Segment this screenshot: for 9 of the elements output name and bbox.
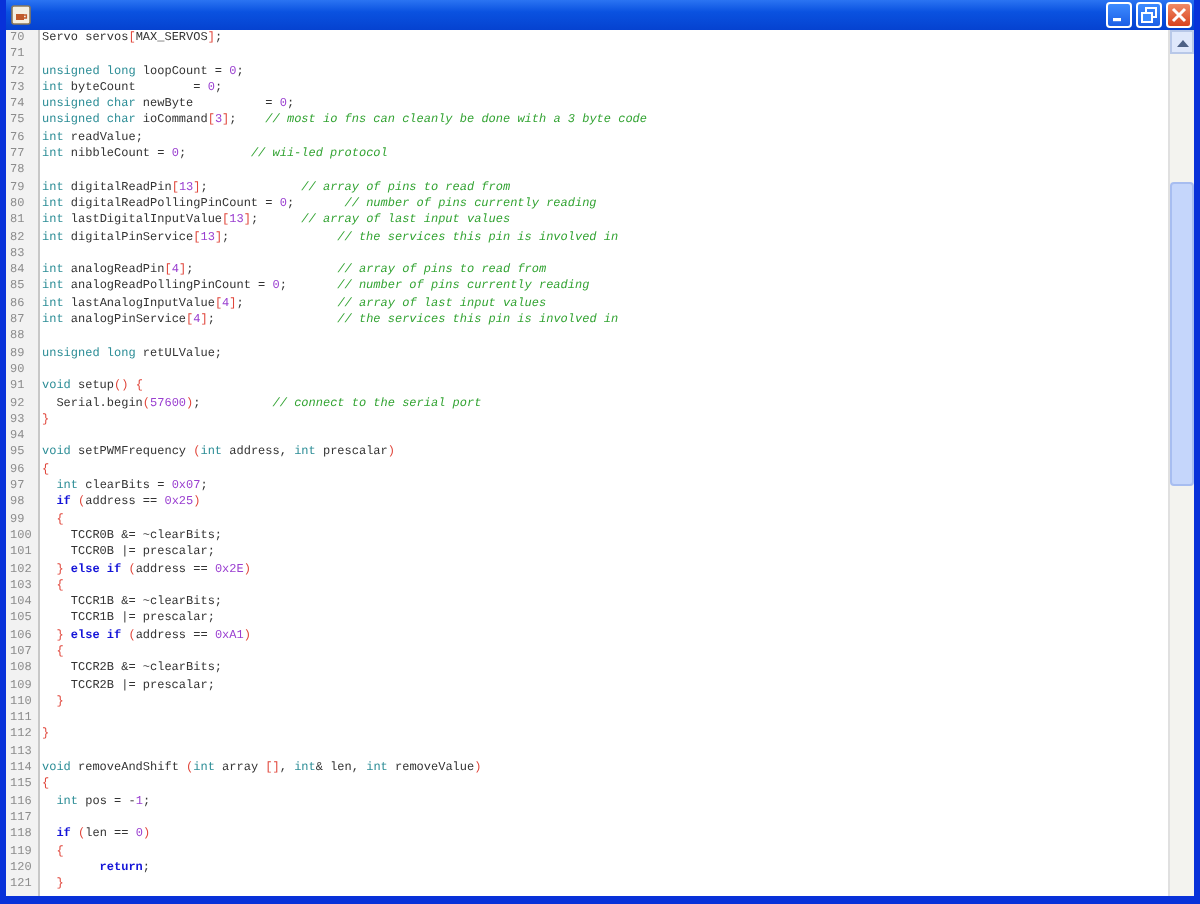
minimize-button[interactable] bbox=[1106, 2, 1132, 28]
close-button[interactable] bbox=[1166, 2, 1192, 28]
scrollbar-thumb[interactable] bbox=[1170, 182, 1194, 486]
up-arrow-icon bbox=[1175, 37, 1189, 47]
restore-button[interactable] bbox=[1136, 2, 1162, 28]
app-icon bbox=[10, 4, 32, 26]
restore-icon bbox=[1140, 6, 1158, 24]
scroll-up-button[interactable] bbox=[1170, 30, 1194, 54]
close-icon bbox=[1170, 6, 1188, 24]
